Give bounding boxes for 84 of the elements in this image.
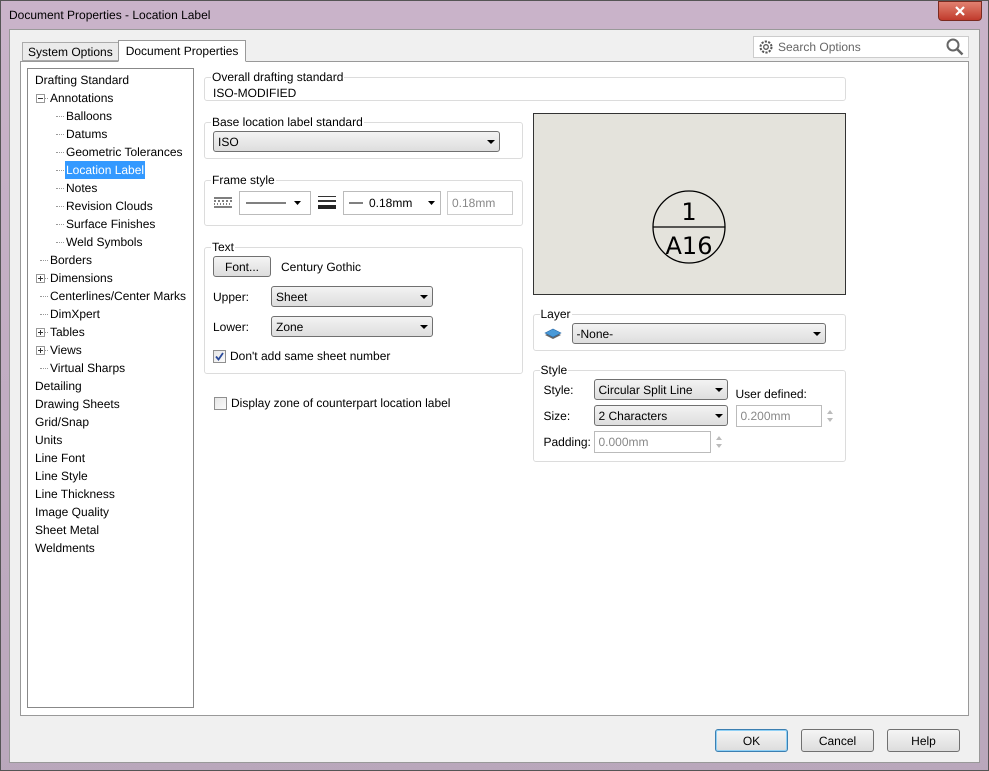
search-icon [946,38,964,56]
dropdown-arrow-icon [487,140,495,144]
search-field[interactable]: Search Options [778,38,942,56]
lower-label-text: A16 [666,232,713,260]
tree-item[interactable]: Weldments [34,539,96,557]
dropdown-arrow-icon [420,324,428,328]
tree-item[interactable]: Notes [65,179,98,197]
tree-item[interactable]: Datums [65,125,108,143]
standard-dropdown[interactable]: ISO [213,131,500,152]
tree-item[interactable]: Centerlines/Center Marks [49,287,188,305]
tree-item[interactable]: Balloons [65,107,114,125]
tree-item[interactable]: Line Font [34,449,86,467]
collapse-toggle[interactable] [36,94,45,102]
dropdown[interactable]: Sheet [271,286,433,307]
checkbox-label: Display zone of counterpart location label [231,395,450,412]
field-label: Size: [544,408,572,424]
tab[interactable]: Document Properties [118,40,246,62]
tree-item[interactable]: Views [49,341,83,359]
tree-item[interactable]: Weld Symbols [65,233,144,251]
tree-item[interactable]: Units [34,431,64,449]
line-pattern-icon [213,196,233,210]
dialog-button[interactable]: OK [715,729,788,752]
standard-value: ISO-MODIFIED [213,85,298,102]
expand-toggle[interactable] [36,328,45,336]
tree-item[interactable]: Line Style [34,467,89,485]
tree-item[interactable]: Image Quality [34,503,110,521]
tree-item[interactable]: Sheet Metal [34,521,100,539]
dialog-button[interactable]: Cancel [801,729,874,752]
tree-item[interactable]: Geometric Tolerances [65,143,184,161]
group-label: Frame style [211,172,276,189]
tree-item[interactable]: Grid/Snap [34,413,90,431]
layers-icon [544,326,562,340]
font-name: Century Gothic [281,258,362,276]
tree-item[interactable]: Dimensions [49,269,114,287]
upper-label-text: 1 [682,198,697,226]
tree-item[interactable]: Borders [49,251,94,269]
dropdown-arrow-icon [420,294,428,298]
dropdown[interactable]: 2 Characters [594,405,728,426]
tab[interactable]: System Options [22,42,118,61]
expand-toggle[interactable] [36,274,45,282]
checkbox-label: Don't add same sheet number [230,348,390,365]
window-title: Document Properties - Location Label [9,7,210,24]
group-label: Layer [540,306,572,323]
dropdown-arrow-icon [714,388,722,392]
dropdown-arrow-icon [812,332,820,336]
group-label: Overall drafting standard [211,69,344,86]
search-box[interactable]: Search Options [753,36,969,58]
tree-item[interactable]: Virtual Sharps [49,359,126,377]
field-label: Style: [544,382,575,398]
tree-item[interactable]: Revision Clouds [65,197,154,215]
group-label: Style [540,362,568,379]
tree-item[interactable]: Detailing [34,377,83,395]
group-label: Base location label standard [211,114,364,131]
field-label: Lower: [213,318,250,336]
thickness-line-icon [349,202,363,204]
group-label: Text [211,239,236,256]
layer-dropdown[interactable]: -None- [572,323,826,344]
dialog-button[interactable]: Help [887,729,960,752]
line-thickness-icon [317,195,337,211]
tree-item[interactable]: Line Thickness [34,485,116,503]
tree-item[interactable]: Drawing Sheets [34,395,121,413]
field-label: User defined: [736,386,808,403]
tree-item[interactable]: Tables [49,323,86,341]
close-icon [955,6,965,16]
solid-line-icon [246,202,286,204]
settings-icon [758,39,774,55]
checkbox[interactable] [214,396,227,410]
font-button[interactable]: Font... [213,256,271,277]
tree-item[interactable]: Surface Finishes [65,215,156,233]
tree-item[interactable]: Drafting Standard [34,71,130,89]
tree-item[interactable]: DimXpert [49,305,102,323]
close-button[interactable] [938,1,982,21]
line-style-dropdown[interactable] [239,191,311,215]
dropdown-arrow-icon [428,201,435,205]
dropdown[interactable]: Zone [271,316,433,337]
field-label: Padding: [544,434,590,451]
checkbox[interactable] [213,350,226,362]
expand-toggle[interactable] [36,346,45,354]
dropdown-arrow-icon [714,414,722,418]
thickness-dropdown[interactable]: 0.18mm [343,191,441,215]
dropdown[interactable]: Circular Split Line [594,379,728,400]
field-label: Upper: [213,288,250,306]
tree-item[interactable]: Annotations [49,89,114,107]
dropdown-arrow-icon [294,201,301,205]
